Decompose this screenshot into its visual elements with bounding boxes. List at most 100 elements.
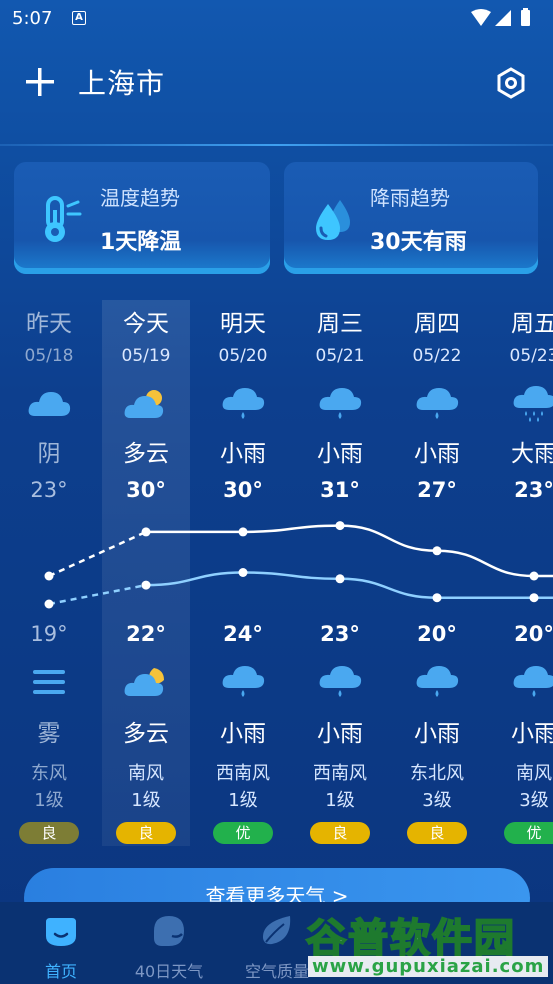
card-title: 温度趋势 <box>100 186 180 210</box>
light-rain-icon <box>222 666 265 697</box>
wind-direction: 西南风 <box>313 763 367 784</box>
day-label: 昨天 <box>26 311 72 337</box>
light-rain-icon <box>416 388 459 419</box>
high-temp-point <box>432 546 442 556</box>
wind-info: 东北风 3级 <box>388 760 486 814</box>
temperature-trend-card[interactable]: 温度趋势 1天降温 <box>14 162 270 274</box>
day-label: 周四 <box>414 311 460 337</box>
card-value: 30天有雨 <box>370 230 467 255</box>
rain-trend-card[interactable]: 降雨趋势 30天有雨 <box>284 162 538 274</box>
aqi-badge: 优 <box>504 822 553 844</box>
high-temp-point <box>529 571 539 581</box>
low-temp-line <box>145 571 553 599</box>
wind-info: 南风 1级 <box>97 760 195 814</box>
date-label: 05/19 <box>121 346 171 366</box>
wind-level: 1级 <box>325 790 355 811</box>
day-condition: 阴 <box>37 441 61 467</box>
aqi-badge: 良 <box>19 822 79 844</box>
day-condition: 多云 <box>123 441 169 467</box>
partly-cloudy-night-icon <box>124 668 164 696</box>
city-name[interactable]: 上海市 <box>78 62 165 102</box>
settings-icon[interactable] <box>494 66 528 100</box>
status-time: 5:07 <box>12 8 53 29</box>
aqi-badge: 良 <box>407 822 467 844</box>
low-temp-point <box>238 568 248 577</box>
home-icon <box>46 918 76 946</box>
wind-info: 东风 1级 <box>0 760 98 814</box>
day-label: 明天 <box>220 311 266 337</box>
night-condition: 小雨 <box>414 721 460 747</box>
cloud-icon <box>28 392 71 416</box>
raindrop-icon <box>316 200 350 240</box>
high-temp-point <box>335 521 345 531</box>
wind-info: 西南风 1级 <box>291 760 389 814</box>
low-temp-point <box>432 593 442 603</box>
low-temp-point <box>335 574 345 584</box>
wind-level: 1级 <box>228 790 258 811</box>
site-watermark: 谷普软件园 www.gupuxiazai.com <box>300 906 553 984</box>
card-title: 降雨趋势 <box>370 186 450 210</box>
wind-info: 南风 3级 <box>485 760 553 814</box>
nav-label: 40日天气 <box>134 962 204 981</box>
thermometer-icon <box>45 196 82 242</box>
wind-level: 3级 <box>422 790 452 811</box>
low-temp-point <box>44 599 54 609</box>
nav-40day[interactable]: 40日天气 <box>114 902 224 984</box>
day-condition: 大雨 <box>511 441 553 467</box>
night-condition: 多云 <box>123 721 169 747</box>
date-label: 05/18 <box>24 346 74 366</box>
nav-label: 首页 <box>44 962 77 981</box>
aqi-badge: 良 <box>310 822 370 844</box>
partly-cloudy-icon <box>124 390 164 418</box>
low-temp-point <box>141 580 151 590</box>
app-header: 上海市 <box>0 36 553 132</box>
wind-info: 西南风 1级 <box>194 760 292 814</box>
wind-direction: 南风 <box>128 763 164 784</box>
header-divider <box>0 144 553 146</box>
night-condition: 小雨 <box>317 721 363 747</box>
aqi-badge: 优 <box>213 822 273 844</box>
date-label: 05/21 <box>315 346 365 366</box>
fog-icon <box>33 670 65 694</box>
high-temp-point <box>238 527 248 537</box>
light-rain-icon <box>319 666 362 697</box>
temperature-curve-chart <box>44 521 553 609</box>
day-label: 今天 <box>123 311 169 337</box>
date-label: 05/20 <box>218 346 268 366</box>
light-rain-icon <box>416 666 459 697</box>
night-condition: 小雨 <box>511 721 553 747</box>
low-temp-past-segment <box>48 583 147 606</box>
leaf-icon <box>262 916 291 945</box>
nav-home[interactable]: 首页 <box>6 902 116 984</box>
status-bar: 5:07 A <box>0 0 553 36</box>
wind-level: 3级 <box>519 790 549 811</box>
wind-direction: 西南风 <box>216 763 270 784</box>
low-temp-point <box>529 593 539 603</box>
day-condition: 小雨 <box>414 441 460 467</box>
high-temp-point <box>44 571 54 581</box>
calendar-40day-icon <box>154 916 184 946</box>
day-label: 周三 <box>317 311 363 337</box>
night-condition: 小雨 <box>220 721 266 747</box>
light-rain-icon <box>513 666 553 697</box>
heavy-rain-icon <box>513 386 553 422</box>
date-label: 05/23 <box>509 346 553 366</box>
signal-battery-icon <box>471 8 530 26</box>
day-condition: 小雨 <box>317 441 363 467</box>
light-rain-icon <box>222 388 265 419</box>
wind-direction: 东北风 <box>410 763 464 784</box>
aqi-badge: 良 <box>116 822 176 844</box>
high-temp-line <box>145 524 553 578</box>
watermark-url: www.gupuxiazai.com <box>308 956 549 977</box>
date-label: 05/22 <box>412 346 462 366</box>
add-city-icon[interactable] <box>22 64 58 100</box>
night-condition: 雾 <box>37 721 61 747</box>
wind-direction: 东风 <box>31 763 67 784</box>
card-value: 1天降温 <box>100 230 182 255</box>
light-rain-icon <box>319 388 362 419</box>
high-temp-point <box>141 527 151 537</box>
wind-level: 1级 <box>34 790 64 811</box>
wind-direction: 南风 <box>516 763 552 784</box>
wind-level: 1级 <box>131 790 161 811</box>
high-temp-past-segment <box>48 530 147 578</box>
